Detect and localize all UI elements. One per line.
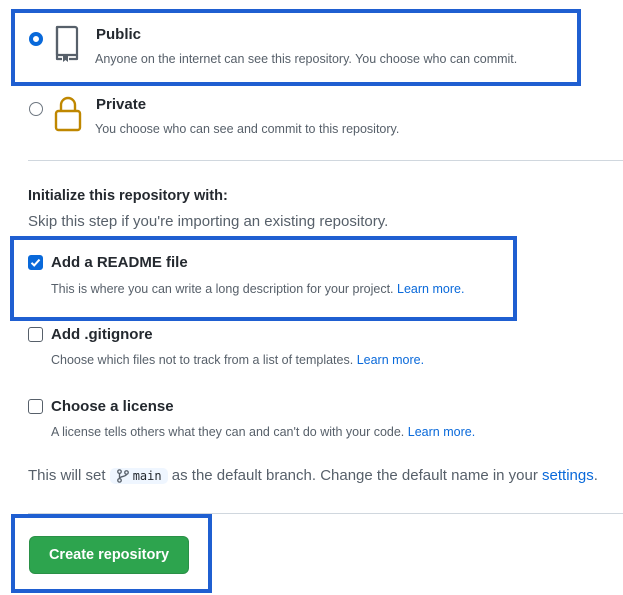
settings-link[interactable]: settings <box>542 467 594 484</box>
gitignore-checkbox[interactable] <box>28 327 43 342</box>
repo-public-icon <box>53 23 81 65</box>
branch-name: main <box>132 469 162 484</box>
lock-icon <box>53 94 83 134</box>
license-learn-more-link[interactable]: Learn more. <box>408 425 475 439</box>
readme-description: This is where you can write a long descr… <box>51 282 465 296</box>
readme-checkbox[interactable] <box>28 255 43 270</box>
highlight-readme-option <box>10 236 517 321</box>
gitignore-label[interactable]: Add .gitignore <box>51 326 153 343</box>
public-radio[interactable] <box>29 32 43 46</box>
gitignore-learn-more-link[interactable]: Learn more. <box>357 353 424 367</box>
branch-chip: main <box>109 468 168 485</box>
license-label[interactable]: Choose a license <box>51 398 174 415</box>
divider <box>28 160 623 161</box>
divider <box>28 513 623 514</box>
private-description: You choose who can see and commit to thi… <box>95 122 400 136</box>
default-branch-note: This will set main as the default branch… <box>28 467 598 485</box>
initialize-title: Initialize this repository with: <box>28 188 228 204</box>
license-description: A license tells others what they can and… <box>51 425 476 439</box>
initialize-subtitle: Skip this step if you're importing an ex… <box>28 213 389 230</box>
git-branch-icon <box>116 469 129 483</box>
public-description: Anyone on the internet can see this repo… <box>95 52 518 66</box>
private-title: Private <box>96 96 147 113</box>
readme-learn-more-link[interactable]: Learn more. <box>397 282 464 296</box>
public-title: Public <box>96 26 142 43</box>
private-radio[interactable] <box>29 102 43 116</box>
check-icon <box>30 258 41 267</box>
create-repository-button[interactable]: Create repository <box>29 536 189 574</box>
license-checkbox[interactable] <box>28 399 43 414</box>
gitignore-description: Choose which files not to track from a l… <box>51 353 425 367</box>
readme-label[interactable]: Add a README file <box>51 254 188 271</box>
highlight-public-option <box>11 9 581 86</box>
